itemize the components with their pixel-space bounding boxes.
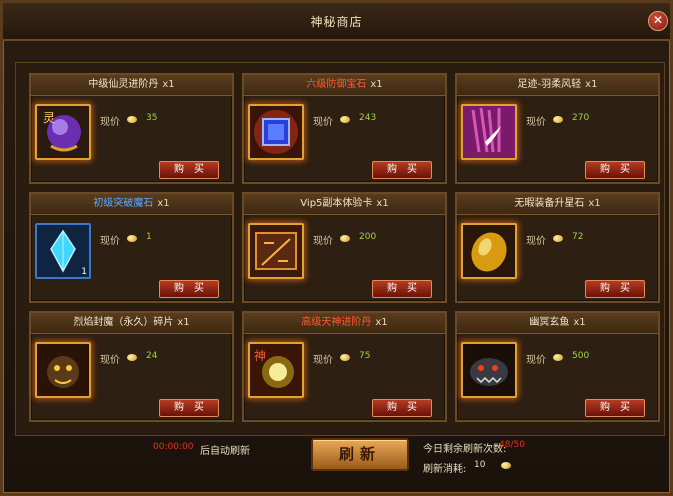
auto-refresh-text: 后自动刷新 xyxy=(200,446,250,457)
shop-item-card: 初级突破魔石 x1 1 现价 1 购 买 xyxy=(29,192,234,303)
svg-text:灵: 灵 xyxy=(43,111,55,125)
item-name: 高级天神进阶丹 xyxy=(301,317,372,328)
svg-text:神: 神 xyxy=(254,349,266,363)
shop-window: 神秘商店 ✕ 中级仙灵进阶丹 x1 灵 现价 35 购 买 六级防御宝石 x1 … xyxy=(0,0,673,496)
gold-coin-icon xyxy=(553,116,563,123)
item-title: 足迹-羽柔风轻 x1 xyxy=(457,75,658,96)
buy-button[interactable]: 购 买 xyxy=(372,280,432,298)
item-name: 中级仙灵进阶丹 xyxy=(88,79,159,90)
gold-coin-icon xyxy=(340,235,350,242)
price-label: 现价 xyxy=(313,117,333,128)
gold-coin-icon xyxy=(501,462,511,469)
item-name: 初级突破魔石 xyxy=(93,198,154,209)
shop-grid: 中级仙灵进阶丹 x1 灵 现价 35 购 买 六级防御宝石 x1 现价 243 … xyxy=(15,62,665,436)
price-label: 现价 xyxy=(100,236,120,247)
item-name: 幽冥玄鱼 xyxy=(529,317,570,328)
buy-button[interactable]: 购 买 xyxy=(159,399,219,417)
stack-count: 1 xyxy=(81,267,87,277)
shop-item-card: 高级天神进阶丹 x1 神 现价 75 购 买 xyxy=(242,311,447,422)
item-name: 无暇装备升星石 xyxy=(514,198,585,209)
refresh-count-value: 48/50 xyxy=(499,440,525,450)
price-label: 现价 xyxy=(313,236,333,247)
crystal-icon[interactable]: 1 xyxy=(35,223,91,279)
item-qty: x1 xyxy=(370,79,383,90)
refresh-cost-label: 刷新消耗: xyxy=(423,464,467,475)
gold-coin-icon xyxy=(127,235,137,242)
price-label: 现价 xyxy=(526,355,546,366)
price-label: 现价 xyxy=(313,355,333,366)
item-title: Vip5副本体验卡 x1 xyxy=(244,194,445,215)
item-name: 足迹-羽柔风轻 xyxy=(517,79,582,90)
refresh-cost-value: 10 xyxy=(474,460,486,470)
buy-button[interactable]: 购 买 xyxy=(585,280,645,298)
item-qty: x1 xyxy=(162,79,175,90)
gold-stone-icon[interactable] xyxy=(461,223,517,279)
item-qty: x1 xyxy=(177,317,190,328)
price-label: 现价 xyxy=(100,355,120,366)
item-price: 72 xyxy=(572,232,584,242)
shop-item-card: 六级防御宝石 x1 现价 243 购 买 xyxy=(242,73,447,184)
item-price: 75 xyxy=(359,351,371,361)
gold-coin-icon xyxy=(553,354,563,361)
item-title: 中级仙灵进阶丹 x1 xyxy=(31,75,232,96)
price-label: 现价 xyxy=(100,117,120,128)
vip-card-icon[interactable] xyxy=(248,223,304,279)
item-qty: x1 xyxy=(573,317,586,328)
gold-coin-icon xyxy=(127,354,137,361)
shop-item-card: 中级仙灵进阶丹 x1 灵 现价 35 购 买 xyxy=(29,73,234,184)
item-price: 500 xyxy=(572,351,590,361)
item-name: 烈焰封魔（永久）碎片 xyxy=(73,317,174,328)
buy-button[interactable]: 购 买 xyxy=(372,161,432,179)
item-name: Vip5副本体验卡 xyxy=(300,198,373,209)
item-title: 高级天神进阶丹 x1 xyxy=(244,313,445,334)
gold-coin-icon xyxy=(340,354,350,361)
buy-button[interactable]: 购 买 xyxy=(372,399,432,417)
title-bar: 神秘商店 ✕ xyxy=(3,3,670,41)
refresh-timer: 00:00:00 xyxy=(153,442,194,452)
item-price: 24 xyxy=(146,351,158,361)
item-qty: x1 xyxy=(375,317,388,328)
refresh-count-label: 今日剩余刷新次数: xyxy=(423,444,507,455)
shop-item-card: 无暇装备升星石 x1 现价 72 购 买 xyxy=(455,192,660,303)
item-title: 烈焰封魔（永久）碎片 x1 xyxy=(31,313,232,334)
gold-coin-icon xyxy=(340,116,350,123)
price-label: 现价 xyxy=(526,236,546,247)
buy-button[interactable]: 购 买 xyxy=(159,161,219,179)
gold-coin-icon xyxy=(553,235,563,242)
item-title: 六级防御宝石 x1 xyxy=(244,75,445,96)
dark-fish-icon[interactable] xyxy=(461,342,517,398)
buy-button[interactable]: 购 买 xyxy=(585,161,645,179)
item-qty: x1 xyxy=(157,198,170,209)
item-qty: x1 xyxy=(585,79,598,90)
refresh-button[interactable]: 刷新 xyxy=(311,438,409,471)
buy-button[interactable]: 购 买 xyxy=(585,399,645,417)
shop-item-card: 足迹-羽柔风轻 x1 现价 270 购 买 xyxy=(455,73,660,184)
gold-coin-icon xyxy=(127,116,137,123)
feather-icon[interactable] xyxy=(461,104,517,160)
item-title: 无暇装备升星石 x1 xyxy=(457,194,658,215)
blue-gem-icon[interactable] xyxy=(248,104,304,160)
shop-item-card: 烈焰封魔（永久）碎片 x1 现价 24 购 买 xyxy=(29,311,234,422)
item-title: 初级突破魔石 x1 xyxy=(31,194,232,215)
price-label: 现价 xyxy=(526,117,546,128)
item-qty: x1 xyxy=(588,198,601,209)
item-price: 200 xyxy=(359,232,377,242)
demon-fragment-icon[interactable] xyxy=(35,342,91,398)
golden-pill-icon[interactable]: 神 xyxy=(248,342,304,398)
item-price: 270 xyxy=(572,113,590,123)
buy-button[interactable]: 购 买 xyxy=(159,280,219,298)
item-price: 1 xyxy=(146,232,152,242)
item-price: 35 xyxy=(146,113,158,123)
item-title: 幽冥玄鱼 x1 xyxy=(457,313,658,334)
purple-orb-icon[interactable]: 灵 xyxy=(35,104,91,160)
item-qty: x1 xyxy=(376,198,389,209)
window-title: 神秘商店 xyxy=(310,15,363,29)
shop-item-card: Vip5副本体验卡 x1 现价 200 购 买 xyxy=(242,192,447,303)
item-price: 243 xyxy=(359,113,377,123)
close-icon[interactable]: ✕ xyxy=(648,11,668,31)
item-name: 六级防御宝石 xyxy=(306,79,367,90)
shop-item-card: 幽冥玄鱼 x1 现价 500 购 买 xyxy=(455,311,660,422)
